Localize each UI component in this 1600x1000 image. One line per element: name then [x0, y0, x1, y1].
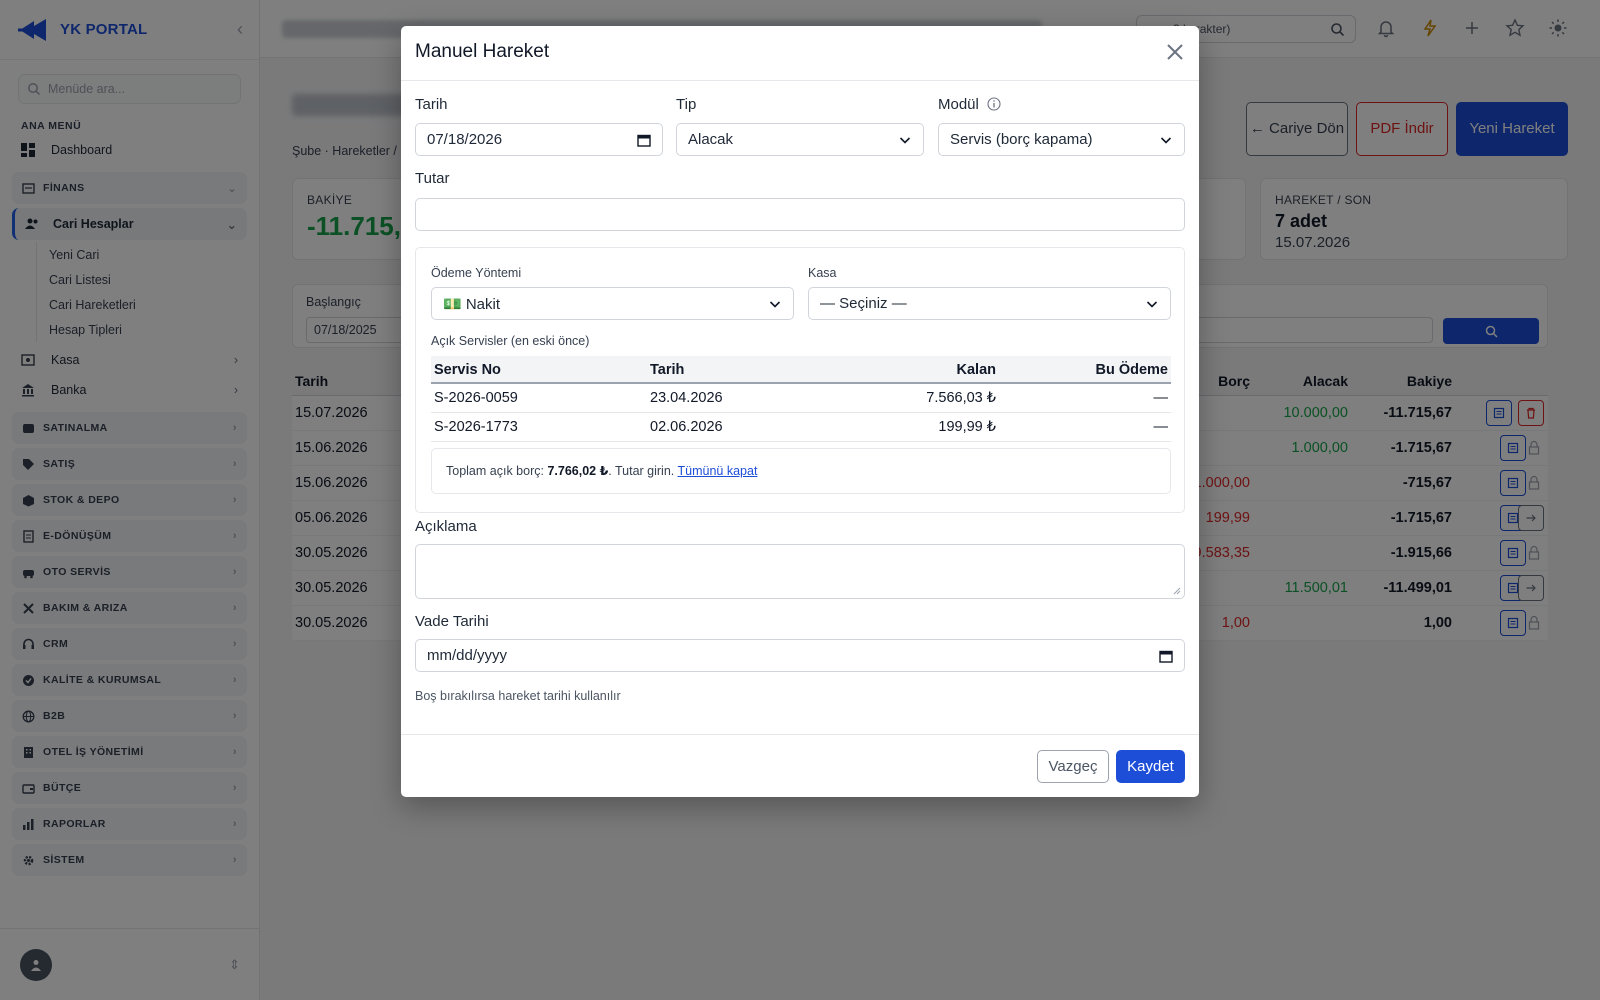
table-row: S-2026-1773 02.06.2026 199,99 ₺ — [431, 413, 1171, 442]
col-header-tarih: Tarih [650, 362, 685, 378]
module-label-text: Modül [938, 96, 979, 113]
service-payment: — [1153, 419, 1169, 435]
date-input[interactable]: 07/18/2026 [415, 123, 663, 156]
calendar-icon[interactable] [1159, 649, 1173, 663]
chevron-down-icon [1160, 136, 1172, 144]
type-label: Tip [676, 96, 697, 113]
open-services-label: Açık Servisler (en eski önce) [431, 334, 590, 348]
col-header-kalan: Kalan [956, 362, 997, 378]
table-row: S-2026-0059 23.04.2026 7.566,03 ₺ — [431, 384, 1171, 413]
service-remaining: 7.566,03 ₺ [926, 390, 996, 406]
payment-method-value: 💵 Nakit [443, 295, 501, 313]
manual-movement-modal: Manuel Hareket Tarih 07/18/2026 Tip Alac… [401, 26, 1199, 797]
cashbox-value: — Seçiniz — [820, 295, 907, 312]
payment-method-select[interactable]: 💵 Nakit [431, 287, 794, 320]
module-value: Servis (borç kapama) [950, 131, 1093, 148]
service-no: S-2026-0059 [434, 390, 518, 406]
chevron-down-icon [769, 300, 781, 308]
due-date-label: Vade Tarihi [415, 613, 489, 630]
close-icon[interactable] [1165, 42, 1185, 62]
col-header-bu-odeme: Bu Ödeme [1095, 362, 1168, 378]
chevron-down-icon [899, 136, 911, 144]
type-value: Alacak [688, 131, 734, 148]
service-date: 23.04.2026 [650, 390, 723, 406]
info-icon[interactable] [987, 97, 1001, 111]
service-payment: — [1153, 390, 1169, 406]
type-select[interactable]: Alacak [676, 123, 924, 156]
debt-info-box: Toplam açık borç: 7.766,02 ₺. Tutar giri… [431, 448, 1171, 494]
close-all-link[interactable]: Tümünü kapat [678, 464, 758, 478]
description-textarea[interactable] [415, 544, 1185, 599]
due-date-help: Boş bırakılırsa hareket tarihi kullanılı… [415, 689, 621, 703]
calendar-icon[interactable] [637, 133, 651, 147]
amount-label: Tutar [415, 170, 450, 187]
save-button[interactable]: Kaydet [1116, 750, 1185, 783]
service-no: S-2026-1773 [434, 419, 518, 435]
service-remaining: 199,99 ₺ [938, 419, 996, 435]
cancel-button[interactable]: Vazgeç [1037, 750, 1109, 783]
payment-box: Ödeme Yöntemi 💵 Nakit Kasa — Seçiniz — A… [415, 247, 1185, 513]
modal-title: Manuel Hareket [415, 41, 550, 62]
debt-total: 7.766,02 ₺ [547, 464, 609, 478]
debt-info-suffix: . Tutar girin. [608, 464, 678, 478]
date-label: Tarih [415, 96, 448, 113]
cashbox-label: Kasa [808, 266, 837, 280]
services-header: Servis No Tarih Kalan Bu Ödeme [431, 356, 1171, 384]
service-date: 02.06.2026 [650, 419, 723, 435]
open-services-table: Servis No Tarih Kalan Bu Ödeme S-2026-00… [431, 356, 1171, 442]
due-date-input[interactable]: mm/dd/yyyy [415, 639, 1185, 672]
amount-input[interactable] [415, 198, 1185, 231]
module-select[interactable]: Servis (borç kapama) [938, 123, 1185, 156]
module-label: Modül [938, 96, 1001, 113]
due-date-placeholder: mm/dd/yyyy [427, 647, 508, 664]
modal-header: Manuel Hareket [401, 26, 1199, 81]
date-value: 07/18/2026 [427, 131, 503, 148]
cashbox-select[interactable]: — Seçiniz — [808, 287, 1171, 320]
resize-handle-icon[interactable] [1173, 587, 1181, 595]
description-label: Açıklama [415, 518, 477, 535]
payment-method-label: Ödeme Yöntemi [431, 266, 522, 280]
modal-footer: Vazgeç Kaydet [401, 734, 1199, 797]
debt-info-prefix: Toplam açık borç: [446, 464, 548, 478]
col-header-servis-no: Servis No [434, 362, 501, 378]
chevron-down-icon [1146, 300, 1158, 308]
